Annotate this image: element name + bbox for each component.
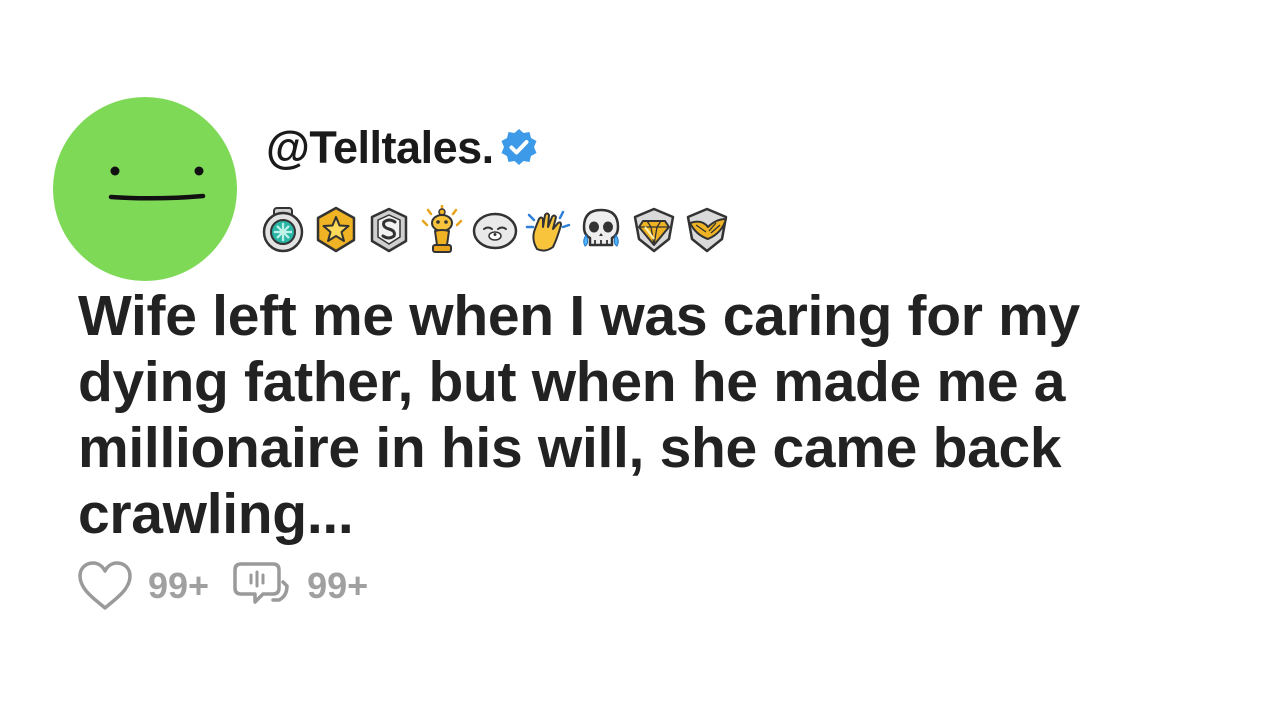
- verified-check-icon: [501, 129, 537, 165]
- gold-snoo-award-icon[interactable]: [417, 205, 467, 255]
- awards-row: [258, 204, 735, 256]
- post-title[interactable]: Wife left me when I was caring for my dy…: [78, 283, 1238, 547]
- like-button[interactable]: 99+: [76, 560, 209, 612]
- helpful-award-icon[interactable]: [258, 205, 308, 255]
- silver-s-award-icon[interactable]: [364, 205, 414, 255]
- comment-button[interactable]: 99+: [233, 560, 368, 612]
- crying-skull-award-icon[interactable]: [576, 205, 626, 255]
- diamond-heart-award-icon[interactable]: [629, 205, 679, 255]
- golden-wings-award-icon[interactable]: [682, 205, 732, 255]
- comment-count: 99+: [307, 565, 369, 606]
- avatar[interactable]: [53, 97, 237, 281]
- like-count: 99+: [148, 565, 210, 606]
- seal-award-icon[interactable]: [470, 205, 520, 255]
- neutral-face-icon: [108, 166, 206, 201]
- comment-icon: [233, 562, 289, 604]
- post-header: @Telltales.: [266, 118, 540, 178]
- gold-star-award-icon[interactable]: [311, 205, 361, 255]
- clapping-hands-award-icon[interactable]: [523, 205, 573, 255]
- heart-icon: [78, 561, 132, 610]
- post-stats: 99+ 99+: [76, 558, 368, 614]
- username[interactable]: @Telltales.: [266, 122, 494, 174]
